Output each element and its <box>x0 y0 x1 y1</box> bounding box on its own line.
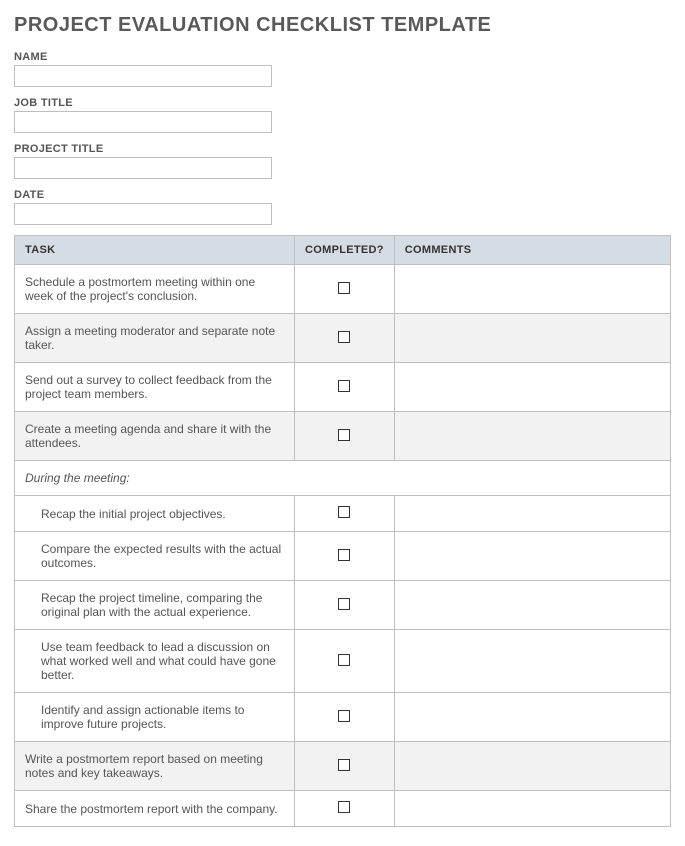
project-title-label: PROJECT TITLE <box>14 143 671 155</box>
checkbox[interactable] <box>338 506 350 518</box>
date-label: DATE <box>14 189 671 201</box>
table-row: Compare the expected results with the ac… <box>15 532 671 581</box>
comments-cell[interactable] <box>394 693 670 742</box>
checkbox[interactable] <box>338 598 350 610</box>
project-title-input[interactable] <box>14 157 272 179</box>
task-cell: Use team feedback to lead a discussion o… <box>15 630 295 693</box>
checkbox[interactable] <box>338 710 350 722</box>
comments-cell[interactable] <box>394 630 670 693</box>
table-row: Recap the initial project objectives. <box>15 496 671 532</box>
job-title-field-group: JOB TITLE <box>14 97 671 133</box>
completed-cell <box>295 412 395 461</box>
task-cell: Compare the expected results with the ac… <box>15 532 295 581</box>
header-completed: COMPLETED? <box>295 236 395 265</box>
table-row: During the meeting: <box>15 461 671 496</box>
task-cell: Write a postmortem report based on meeti… <box>15 742 295 791</box>
task-cell: Recap the initial project objectives. <box>15 496 295 532</box>
name-field-group: NAME <box>14 51 671 87</box>
comments-cell[interactable] <box>394 412 670 461</box>
header-comments: COMMENTS <box>394 236 670 265</box>
table-row: Send out a survey to collect feedback fr… <box>15 363 671 412</box>
checkbox[interactable] <box>338 759 350 771</box>
job-title-input[interactable] <box>14 111 272 133</box>
comments-cell[interactable] <box>394 314 670 363</box>
comments-cell[interactable] <box>394 791 670 827</box>
completed-cell <box>295 630 395 693</box>
completed-cell <box>295 791 395 827</box>
completed-cell <box>295 265 395 314</box>
date-input[interactable] <box>14 203 272 225</box>
checkbox[interactable] <box>338 801 350 813</box>
table-row: Write a postmortem report based on meeti… <box>15 742 671 791</box>
date-field-group: DATE <box>14 189 671 225</box>
table-row: Use team feedback to lead a discussion o… <box>15 630 671 693</box>
job-title-label: JOB TITLE <box>14 97 671 109</box>
table-row: Recap the project timeline, comparing th… <box>15 581 671 630</box>
project-title-field-group: PROJECT TITLE <box>14 143 671 179</box>
task-cell: Identify and assign actionable items to … <box>15 693 295 742</box>
table-row: Share the postmortem report with the com… <box>15 791 671 827</box>
table-row: Schedule a postmortem meeting within one… <box>15 265 671 314</box>
completed-cell <box>295 532 395 581</box>
comments-cell[interactable] <box>394 496 670 532</box>
comments-cell[interactable] <box>394 265 670 314</box>
completed-cell <box>295 496 395 532</box>
task-cell: Share the postmortem report with the com… <box>15 791 295 827</box>
section-heading: During the meeting: <box>15 461 671 496</box>
completed-cell <box>295 742 395 791</box>
checkbox[interactable] <box>338 380 350 392</box>
completed-cell <box>295 314 395 363</box>
table-row: Identify and assign actionable items to … <box>15 693 671 742</box>
task-cell: Assign a meeting moderator and separate … <box>15 314 295 363</box>
comments-cell[interactable] <box>394 742 670 791</box>
checkbox[interactable] <box>338 331 350 343</box>
table-row: Assign a meeting moderator and separate … <box>15 314 671 363</box>
task-cell: Create a meeting agenda and share it wit… <box>15 412 295 461</box>
name-label: NAME <box>14 51 671 63</box>
checklist-table: TASK COMPLETED? COMMENTS Schedule a post… <box>14 235 671 827</box>
task-cell: Send out a survey to collect feedback fr… <box>15 363 295 412</box>
name-input[interactable] <box>14 65 272 87</box>
checkbox[interactable] <box>338 429 350 441</box>
completed-cell <box>295 581 395 630</box>
comments-cell[interactable] <box>394 363 670 412</box>
completed-cell <box>295 363 395 412</box>
page-title: PROJECT EVALUATION CHECKLIST TEMPLATE <box>14 14 671 37</box>
task-cell: Recap the project timeline, comparing th… <box>15 581 295 630</box>
checkbox[interactable] <box>338 282 350 294</box>
task-cell: Schedule a postmortem meeting within one… <box>15 265 295 314</box>
checkbox[interactable] <box>338 654 350 666</box>
header-task: TASK <box>15 236 295 265</box>
checkbox[interactable] <box>338 549 350 561</box>
completed-cell <box>295 693 395 742</box>
table-row: Create a meeting agenda and share it wit… <box>15 412 671 461</box>
table-header-row: TASK COMPLETED? COMMENTS <box>15 236 671 265</box>
comments-cell[interactable] <box>394 581 670 630</box>
comments-cell[interactable] <box>394 532 670 581</box>
